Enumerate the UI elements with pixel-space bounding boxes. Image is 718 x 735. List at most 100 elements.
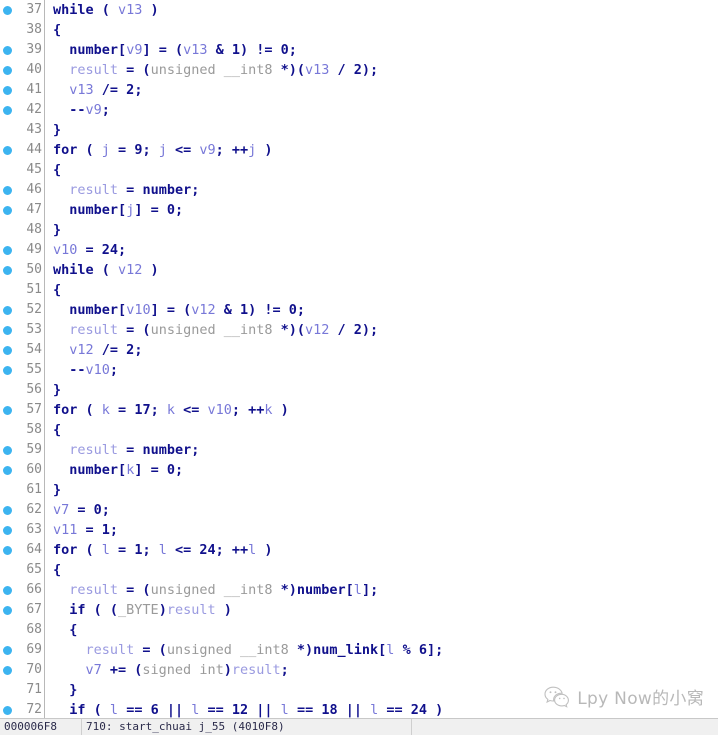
line-number-gutter[interactable]: 52 — [0, 300, 44, 320]
code-line[interactable]: 58 { — [0, 420, 718, 440]
code-line[interactable]: 72 if ( l == 6 || l == 12 || l == 18 || … — [0, 700, 718, 718]
breakpoint-dot-icon[interactable] — [3, 206, 12, 215]
breakpoint-dot-icon[interactable] — [3, 606, 12, 615]
line-number-gutter[interactable]: 59 — [0, 440, 44, 460]
code-line[interactable]: 45 { — [0, 160, 718, 180]
code-line[interactable]: 62 v7 = 0; — [0, 500, 718, 520]
breakpoint-dot-icon[interactable] — [3, 186, 12, 195]
line-number-gutter[interactable]: 41 — [0, 80, 44, 100]
code-line-text[interactable]: result = (unsigned __int8 *)num_link[l %… — [45, 640, 444, 660]
code-line[interactable]: 42 --v9; — [0, 100, 718, 120]
line-number-gutter[interactable]: 55 — [0, 360, 44, 380]
code-line[interactable]: 44 for ( j = 9; j <= v9; ++j ) — [0, 140, 718, 160]
code-line[interactable]: 66 result = (unsigned __int8 *)number[l]… — [0, 580, 718, 600]
code-line-text[interactable]: --v9; — [45, 100, 110, 120]
code-line[interactable]: 46 result = number; — [0, 180, 718, 200]
code-line[interactable]: 37 while ( v13 ) — [0, 0, 718, 20]
code-line[interactable]: 49 v10 = 24; — [0, 240, 718, 260]
line-number-gutter[interactable]: 66 — [0, 580, 44, 600]
code-line[interactable]: 59 result = number; — [0, 440, 718, 460]
code-line[interactable]: 70 v7 += (signed int)result; — [0, 660, 718, 680]
breakpoint-dot-icon[interactable] — [3, 526, 12, 535]
code-line[interactable]: 39 number[v9] = (v13 & 1) != 0; — [0, 40, 718, 60]
code-line-text[interactable]: while ( v13 ) — [45, 0, 159, 20]
breakpoint-dot-icon[interactable] — [3, 706, 12, 715]
code-line-text[interactable]: result = (unsigned __int8 *)(v12 / 2); — [45, 320, 378, 340]
code-line-text[interactable]: } — [45, 680, 77, 700]
code-line-text[interactable]: } — [45, 380, 61, 400]
code-line-text[interactable]: result = number; — [45, 440, 199, 460]
line-number-gutter[interactable]: 69 — [0, 640, 44, 660]
breakpoint-dot-icon[interactable] — [3, 466, 12, 475]
line-number-gutter[interactable]: 50 — [0, 260, 44, 280]
line-number-gutter[interactable]: 39 — [0, 40, 44, 60]
code-line[interactable]: 57 for ( k = 17; k <= v10; ++k ) — [0, 400, 718, 420]
breakpoint-dot-icon[interactable] — [3, 546, 12, 555]
line-number-gutter[interactable]: 61 — [0, 480, 44, 500]
line-number-gutter[interactable]: 58 — [0, 420, 44, 440]
line-number-gutter[interactable]: 70 — [0, 660, 44, 680]
code-line-text[interactable]: while ( v12 ) — [45, 260, 159, 280]
line-number-gutter[interactable]: 56 — [0, 380, 44, 400]
code-line[interactable]: 38 { — [0, 20, 718, 40]
code-line-text[interactable]: for ( j = 9; j <= v9; ++j ) — [45, 140, 273, 160]
line-number-gutter[interactable]: 49 — [0, 240, 44, 260]
code-line[interactable]: 40 result = (unsigned __int8 *)(v13 / 2)… — [0, 60, 718, 80]
breakpoint-dot-icon[interactable] — [3, 266, 12, 275]
code-line-text[interactable]: { — [45, 160, 61, 180]
code-line[interactable]: 63 v11 = 1; — [0, 520, 718, 540]
code-line[interactable]: 68 { — [0, 620, 718, 640]
code-line[interactable]: 43} — [0, 120, 718, 140]
code-line-text[interactable]: result = number; — [45, 180, 199, 200]
line-number-gutter[interactable]: 67 — [0, 600, 44, 620]
code-line[interactable]: 48} — [0, 220, 718, 240]
code-line-text[interactable]: { — [45, 620, 77, 640]
code-line-text[interactable]: } — [45, 120, 61, 140]
code-line-text[interactable]: { — [45, 20, 61, 40]
line-number-gutter[interactable]: 54 — [0, 340, 44, 360]
code-line-text[interactable]: v7 += (signed int)result; — [45, 660, 289, 680]
code-line[interactable]: 69 result = (unsigned __int8 *)num_link[… — [0, 640, 718, 660]
line-number-gutter[interactable]: 47 — [0, 200, 44, 220]
code-line-text[interactable]: number[k] = 0; — [45, 460, 183, 480]
code-line[interactable]: 52 number[v10] = (v12 & 1) != 0; — [0, 300, 718, 320]
breakpoint-dot-icon[interactable] — [3, 6, 12, 15]
line-number-gutter[interactable]: 40 — [0, 60, 44, 80]
code-line-text[interactable]: number[j] = 0; — [45, 200, 183, 220]
code-line[interactable]: 51 { — [0, 280, 718, 300]
line-number-gutter[interactable]: 65 — [0, 560, 44, 580]
breakpoint-dot-icon[interactable] — [3, 666, 12, 675]
breakpoint-dot-icon[interactable] — [3, 406, 12, 415]
code-line[interactable]: 55 --v10; — [0, 360, 718, 380]
breakpoint-dot-icon[interactable] — [3, 246, 12, 255]
line-number-gutter[interactable]: 45 — [0, 160, 44, 180]
code-line-text[interactable]: v13 /= 2; — [45, 80, 142, 100]
line-number-gutter[interactable]: 57 — [0, 400, 44, 420]
breakpoint-dot-icon[interactable] — [3, 306, 12, 315]
code-line[interactable]: 67 if ( (_BYTE)result ) — [0, 600, 718, 620]
code-line-text[interactable]: for ( l = 1; l <= 24; ++l ) — [45, 540, 273, 560]
line-number-gutter[interactable]: 51 — [0, 280, 44, 300]
breakpoint-dot-icon[interactable] — [3, 346, 12, 355]
line-number-gutter[interactable]: 38 — [0, 20, 44, 40]
code-line-text[interactable]: if ( (_BYTE)result ) — [45, 600, 232, 620]
code-line-text[interactable]: { — [45, 420, 61, 440]
breakpoint-dot-icon[interactable] — [3, 646, 12, 655]
code-line-text[interactable]: v7 = 0; — [45, 500, 110, 520]
code-line-text[interactable]: } — [45, 220, 61, 240]
code-line[interactable]: 53 result = (unsigned __int8 *)(v12 / 2)… — [0, 320, 718, 340]
line-number-gutter[interactable]: 42 — [0, 100, 44, 120]
breakpoint-dot-icon[interactable] — [3, 586, 12, 595]
breakpoint-dot-icon[interactable] — [3, 366, 12, 375]
line-number-gutter[interactable]: 68 — [0, 620, 44, 640]
code-line[interactable]: 54 v12 /= 2; — [0, 340, 718, 360]
line-number-gutter[interactable]: 53 — [0, 320, 44, 340]
code-line-text[interactable]: if ( l == 6 || l == 12 || l == 18 || l =… — [45, 700, 443, 718]
code-line-text[interactable]: v12 /= 2; — [45, 340, 142, 360]
code-line-text[interactable]: v10 = 24; — [45, 240, 126, 260]
code-line[interactable]: 56} — [0, 380, 718, 400]
breakpoint-dot-icon[interactable] — [3, 146, 12, 155]
breakpoint-dot-icon[interactable] — [3, 46, 12, 55]
line-number-gutter[interactable]: 71 — [0, 680, 44, 700]
line-number-gutter[interactable]: 48 — [0, 220, 44, 240]
